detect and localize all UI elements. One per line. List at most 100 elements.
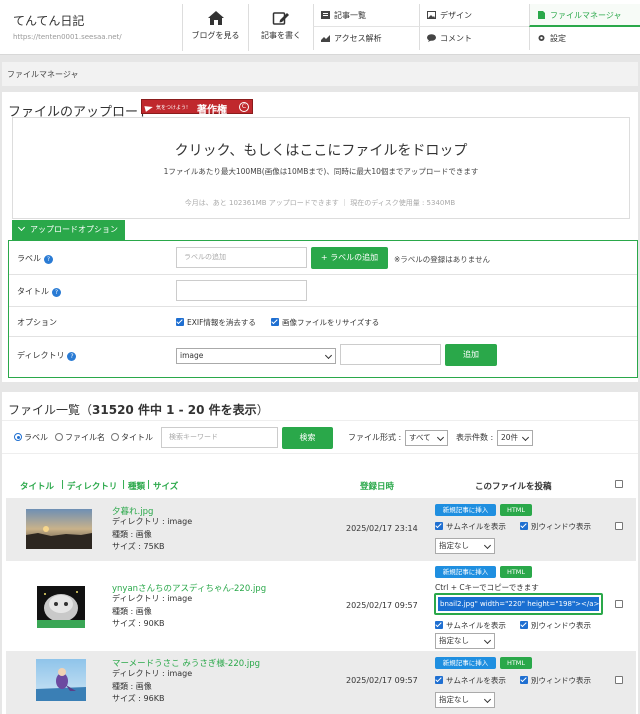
sort-date[interactable]: 登録日時: [360, 480, 394, 492]
blog-title[interactable]: てんてん日記: [13, 12, 84, 29]
new-window-label: 別ウィンドウ表示: [531, 522, 591, 531]
thumbnail-checkbox[interactable]: サムネイルを表示: [435, 620, 506, 631]
menu-file-manager-label: ファイルマネージャ: [550, 11, 622, 20]
file-size: サイズ : 75KB: [112, 542, 165, 551]
add-directory-button[interactable]: 追加: [445, 344, 497, 366]
table-row: 夕暮れ.jpg ディレクトリ : image 種類 : 画像 サイズ : 75K…: [6, 498, 636, 561]
home-icon: [207, 11, 224, 25]
align-select[interactable]: 指定なし: [435, 538, 495, 554]
checkbox-icon: [615, 480, 623, 488]
thumbnail-image[interactable]: [37, 586, 85, 628]
checkbox-checked-icon: [176, 318, 184, 326]
upload-options-tab[interactable]: アップロードオプション: [12, 220, 125, 240]
chevron-down-icon: [436, 433, 445, 442]
insert-new-post-button[interactable]: 新規記事に挿入: [435, 504, 496, 516]
radio-filename-text: ファイル名: [65, 433, 105, 442]
new-window-label: 別ウィンドウ表示: [531, 621, 591, 630]
sort-size[interactable]: サイズ: [153, 480, 178, 492]
upload-quota: 今月は、あと 102361MB アップロードできます ｜ 現在のディスク使用量 …: [184, 199, 456, 207]
title-row: タイトル?: [9, 275, 637, 307]
resize-checkbox[interactable]: 画像ファイルをリサイズする: [271, 317, 379, 328]
label-row: ラベル? ラベルの追加 + ラベルの追加 ※ラベルの登録はありません: [9, 241, 637, 275]
format-select[interactable]: すべて: [405, 430, 448, 446]
copyright-mark-icon: C: [239, 102, 249, 112]
thumbnail-image[interactable]: [26, 509, 92, 549]
file-meta: ディレクトリ : image 種類 : 画像 サイズ : 96KB: [112, 668, 192, 706]
help-icon[interactable]: ?: [67, 352, 77, 361]
directory-select-value: image: [180, 351, 204, 360]
file-list-heading-post: ）: [256, 403, 269, 417]
label-note: ※ラベルの登録はありません: [394, 255, 491, 264]
file-directory: ディレクトリ : image: [112, 594, 193, 603]
sort-type[interactable]: 種類: [128, 480, 145, 492]
checkbox-checked-icon: [435, 621, 443, 629]
row-checkbox[interactable]: [615, 676, 623, 686]
insert-new-post-button[interactable]: 新規記事に挿入: [435, 566, 496, 578]
search-input[interactable]: 検索キーワード: [161, 427, 278, 448]
exif-checkbox[interactable]: EXIF情報を消去する: [176, 317, 256, 328]
post-column-header: このファイルを投稿: [475, 482, 552, 492]
sort-title[interactable]: タイトル: [20, 480, 54, 492]
align-select[interactable]: 指定なし: [435, 633, 495, 649]
directory-row-text: ディレクトリ: [17, 351, 65, 360]
image-icon: [427, 11, 436, 19]
thumbnail-checkbox[interactable]: サムネイルを表示: [435, 675, 506, 686]
new-window-checkbox[interactable]: 別ウィンドウ表示: [520, 620, 591, 631]
gear-icon: [538, 35, 545, 41]
search-button[interactable]: 検索: [282, 427, 333, 449]
menu-comments[interactable]: コメント: [419, 27, 529, 50]
select-all-checkbox[interactable]: [615, 480, 623, 490]
menu-file-manager[interactable]: ファイルマネージャ: [529, 4, 640, 27]
add-label-button[interactable]: + ラベルの追加: [311, 247, 388, 269]
blog-url[interactable]: https://tenten0001.seesaa.net/: [13, 33, 122, 41]
label-input[interactable]: ラベルの追加: [176, 247, 307, 268]
file-type: 種類 : 画像: [112, 606, 152, 616]
directory-select[interactable]: image: [176, 348, 336, 364]
radio-label-text: ラベル: [24, 433, 48, 442]
thumbnail-label: サムネイルを表示: [446, 522, 506, 531]
copyright-badge[interactable]: 気をつけよう! 著作権 C: [141, 99, 253, 116]
label-row-label: ラベル?: [17, 253, 53, 264]
file-size: サイズ : 90KB: [112, 619, 165, 628]
help-icon[interactable]: ?: [52, 288, 61, 297]
checkbox-checked-icon: [271, 318, 279, 326]
html-button[interactable]: HTML: [500, 657, 532, 669]
sort-directory[interactable]: ディレクトリ: [67, 480, 117, 492]
count-select[interactable]: 20件: [497, 430, 533, 446]
row-checkbox[interactable]: [615, 522, 623, 532]
thumbnail-checkbox[interactable]: サムネイルを表示: [435, 521, 506, 532]
new-window-checkbox[interactable]: 別ウィンドウ表示: [520, 675, 591, 686]
insert-new-post-button[interactable]: 新規記事に挿入: [435, 657, 496, 669]
menu-design[interactable]: デザイン: [419, 4, 529, 27]
file-type: 種類 : 画像: [112, 529, 152, 539]
html-code-field[interactable]: bnail2.jpg" width="220" height="198"></a…: [434, 593, 603, 615]
menu-articles[interactable]: 記事一覧: [313, 4, 419, 27]
file-directory: ディレクトリ : image: [112, 669, 193, 678]
menu-settings[interactable]: 設定: [529, 27, 640, 50]
menu-access[interactable]: アクセス解析: [313, 27, 419, 50]
new-directory-input[interactable]: [340, 344, 441, 365]
html-button[interactable]: HTML: [500, 504, 532, 516]
row-checkbox[interactable]: [615, 600, 623, 610]
menu-settings-label: 設定: [550, 34, 566, 43]
thumbnail-image[interactable]: [36, 659, 86, 701]
thumbnail-label: サムネイルを表示: [446, 621, 506, 630]
edit-icon: [272, 12, 289, 25]
checkbox-checked-icon: [520, 621, 528, 629]
checkbox-checked-icon: [435, 676, 443, 684]
new-window-checkbox[interactable]: 別ウィンドウ表示: [520, 521, 591, 532]
help-icon[interactable]: ?: [44, 255, 53, 264]
upload-options-label: アップロードオプション: [30, 225, 118, 234]
title-input[interactable]: [176, 280, 307, 301]
search-bar: ラベル ファイル名 タイトル 検索キーワード 検索 ファイル形式 : すべて 表…: [2, 420, 638, 454]
write-article-button[interactable]: 記事を書く: [248, 4, 313, 51]
view-blog-button[interactable]: ブログを見る: [182, 4, 248, 51]
checkbox-checked-icon: [520, 676, 528, 684]
radio-filename[interactable]: ファイル名: [55, 432, 105, 443]
radio-title[interactable]: タイトル: [111, 432, 153, 443]
radio-label[interactable]: ラベル: [14, 432, 48, 443]
directory-row: ディレクトリ? image 追加: [9, 337, 637, 377]
file-type: 種類 : 画像: [112, 681, 152, 691]
html-button[interactable]: HTML: [500, 566, 532, 578]
align-select[interactable]: 指定なし: [435, 692, 495, 708]
